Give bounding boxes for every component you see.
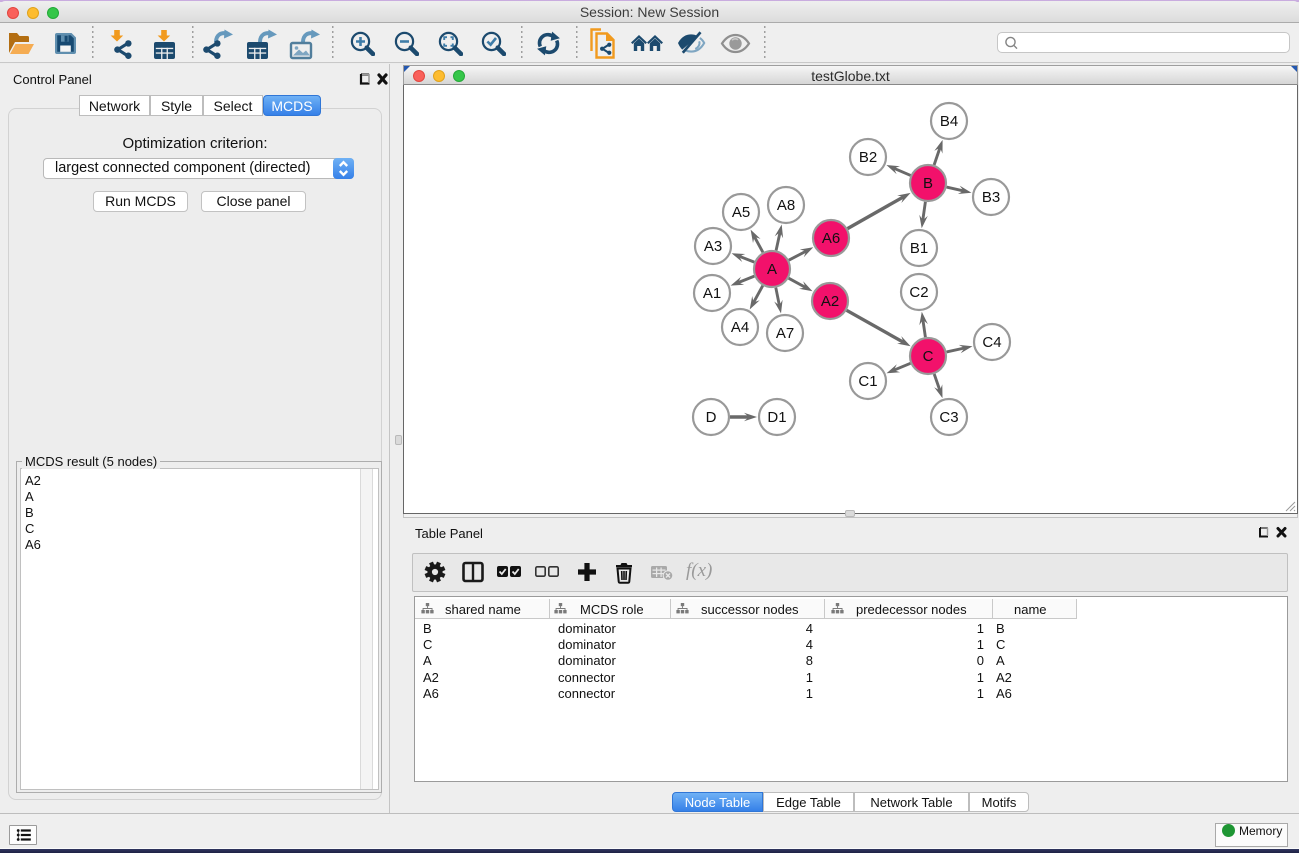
svg-text:C: C [923,348,934,365]
svg-text:B1: B1 [910,240,928,257]
svg-text:A7: A7 [776,325,794,342]
svg-text:C4: C4 [982,334,1001,351]
svg-text:B4: B4 [940,113,958,130]
svg-text:A5: A5 [732,204,750,221]
svg-text:B: B [923,175,933,192]
svg-text:C3: C3 [939,409,958,426]
svg-text:A1: A1 [703,285,721,302]
svg-text:A4: A4 [731,319,749,336]
svg-text:A8: A8 [777,197,795,214]
svg-text:A: A [767,261,777,278]
svg-text:C1: C1 [858,373,877,390]
svg-text:D: D [706,409,717,426]
svg-text:D1: D1 [767,409,786,426]
svg-text:B2: B2 [859,149,877,166]
svg-text:A6: A6 [822,230,840,247]
svg-text:C2: C2 [909,284,928,301]
svg-text:A3: A3 [704,238,722,255]
svg-text:A2: A2 [821,293,839,310]
svg-text:B3: B3 [982,189,1000,206]
